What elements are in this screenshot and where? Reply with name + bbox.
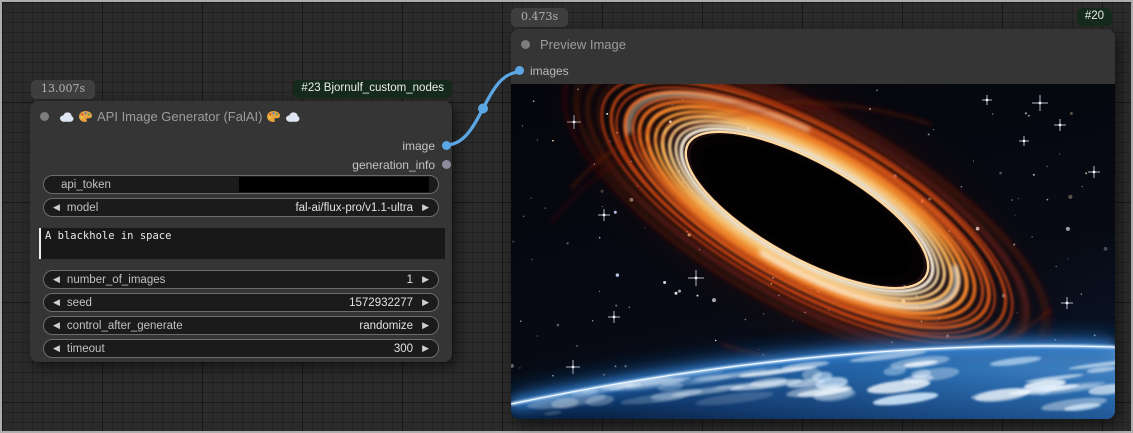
output-label: generation_info — [352, 158, 452, 172]
widget-seed[interactable]: ◀ seed 1572932277 ▶ — [43, 293, 439, 312]
increment-arrow-icon[interactable]: ▶ — [422, 203, 429, 212]
widget-label: timeout — [67, 343, 105, 355]
execution-time-badge: 13.007s — [31, 80, 95, 99]
node-id-badge: #20 — [1077, 8, 1112, 26]
widget-value: fal-ai/flux-pro/v1.1-ultra — [295, 202, 413, 214]
widget-api-token[interactable]: api_token — [43, 175, 439, 194]
widget-label: model — [67, 202, 98, 214]
decrement-arrow-icon[interactable]: ◀ — [53, 298, 60, 307]
input-slot-images[interactable] — [515, 66, 524, 75]
widget-value: randomize — [359, 320, 413, 332]
prompt-textarea[interactable]: A blackhole in space — [39, 228, 445, 259]
output-slot-image[interactable] — [442, 141, 451, 150]
widget-control-after-generate[interactable]: ◀ control_after_generate randomize ▶ — [43, 316, 439, 335]
widget-timeout[interactable]: ◀ timeout 300 ▶ — [43, 339, 439, 358]
collapse-dot[interactable] — [521, 40, 530, 49]
widget-value: 1572932277 — [349, 297, 413, 309]
preview-image — [511, 84, 1115, 419]
output-row-generation-info: generation_info — [30, 155, 452, 174]
node-api-image-generator[interactable]: 13.007s #23 Bjornulf_custom_nodes — [30, 101, 452, 362]
widget-model[interactable]: ◀ model fal-ai/flux-pro/v1.1-ultra ▶ — [43, 198, 439, 217]
node-title-text: API Image Generator (FalAI) — [97, 109, 262, 124]
widget-value: 300 — [394, 343, 413, 355]
preview-image-svg — [511, 84, 1115, 419]
input-row-images: images — [511, 59, 1115, 83]
output-row-image: image — [30, 136, 452, 155]
increment-arrow-icon[interactable]: ▶ — [422, 321, 429, 330]
increment-arrow-icon[interactable]: ▶ — [422, 344, 429, 353]
link-image-to-images[interactable] — [446, 72, 520, 145]
decrement-arrow-icon[interactable]: ◀ — [53, 275, 60, 284]
widget-label: seed — [67, 297, 92, 309]
widget-number-of-images[interactable]: ◀ number_of_images 1 ▶ — [43, 270, 439, 289]
cloud-icon — [285, 110, 300, 123]
collapse-dot[interactable] — [40, 112, 49, 121]
node-preview-image[interactable]: 0.473s #20 Preview Image images — [511, 29, 1115, 419]
link-midpoint-dot[interactable] — [478, 104, 488, 114]
palette-icon — [266, 110, 281, 123]
node-title-text: Preview Image — [540, 37, 626, 52]
input-label: images — [530, 64, 569, 78]
widget-label: number_of_images — [67, 274, 165, 286]
node-title: Preview Image — [540, 37, 626, 52]
increment-arrow-icon[interactable]: ▶ — [422, 275, 429, 284]
decrement-arrow-icon[interactable]: ◀ — [53, 344, 60, 353]
widget-label: api_token — [61, 179, 111, 191]
execution-time-badge: 0.473s — [511, 8, 568, 27]
node-title: API Image Generator (FalAI) — [59, 109, 300, 124]
increment-arrow-icon[interactable]: ▶ — [422, 298, 429, 307]
decrement-arrow-icon[interactable]: ◀ — [53, 203, 60, 212]
node-graph-canvas[interactable]: 13.007s #23 Bjornulf_custom_nodes — [0, 0, 1133, 433]
node-header[interactable]: API Image Generator (FalAI) — [30, 101, 452, 131]
decrement-arrow-icon[interactable]: ◀ — [53, 321, 60, 330]
palette-icon — [78, 110, 93, 123]
node-id-badge: #23 Bjornulf_custom_nodes — [293, 80, 452, 98]
api-token-hidden-value — [239, 177, 429, 192]
widget-label: control_after_generate — [67, 320, 183, 332]
output-slot-generation-info[interactable] — [442, 160, 451, 169]
node-header[interactable]: Preview Image — [511, 29, 1115, 59]
widget-value: 1 — [407, 274, 413, 286]
cloud-icon — [59, 110, 74, 123]
